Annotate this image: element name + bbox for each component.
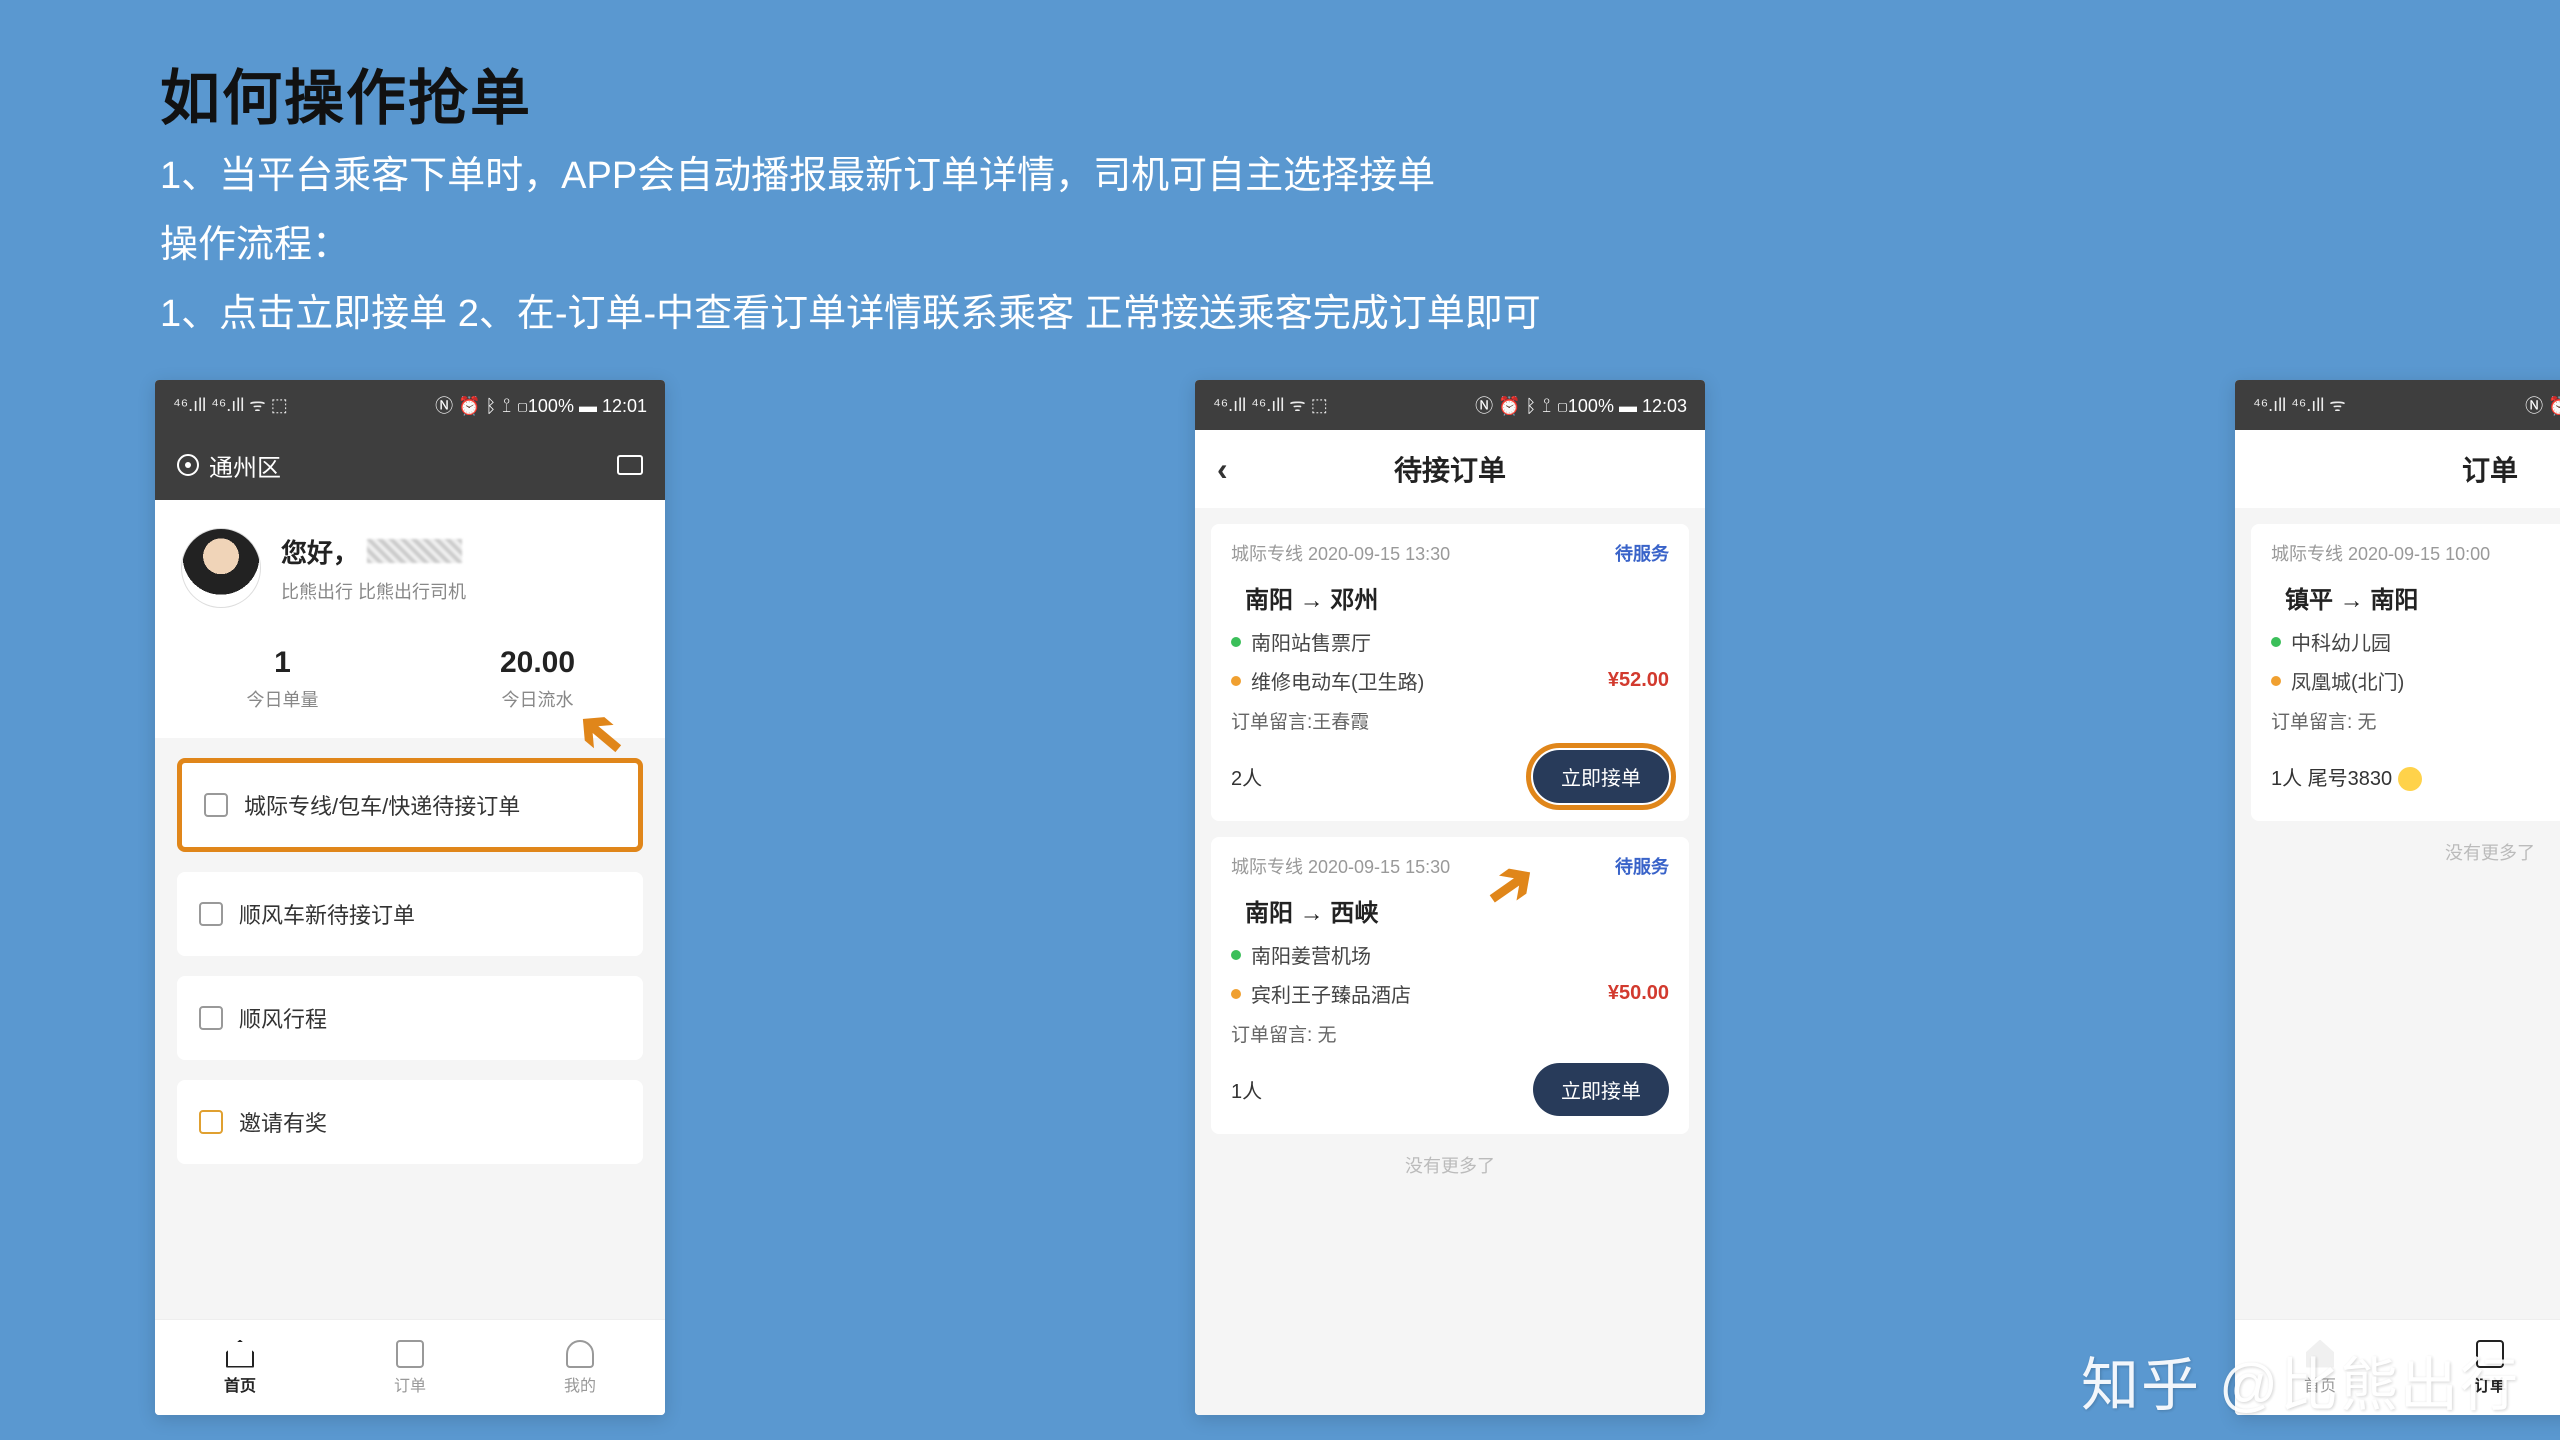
- page-title: 如何操作抢单: [160, 50, 1541, 137]
- order-from: 南阳姜营机场: [1251, 940, 1371, 969]
- greeting-name-blurred: [367, 539, 462, 563]
- route-icon: [199, 1006, 223, 1030]
- home-icon: [226, 1340, 254, 1368]
- tab-profile[interactable]: 我的: [495, 1320, 665, 1415]
- stat-value: 20.00: [410, 646, 665, 680]
- no-more-text: 没有更多了: [1195, 1134, 1705, 1196]
- order-price: ¥52.00: [1608, 669, 1669, 692]
- intro-line-2: 操作流程：: [160, 216, 1541, 275]
- order-meta: 城际专线 2020-09-15 13:30: [1231, 540, 1450, 566]
- order-route: 南阳 → 邓州: [1231, 576, 1669, 617]
- dest-dot-icon: [1231, 989, 1241, 999]
- page-header: ‹ 待接订单: [1195, 430, 1705, 508]
- no-more-text: 没有更多了: [2235, 821, 2560, 883]
- location-text[interactable]: 通州区: [209, 448, 281, 483]
- menu-rideshare-trips[interactable]: 顺风行程: [177, 976, 643, 1060]
- avatar[interactable]: [181, 528, 261, 608]
- phone-screenshot-3: ⁴⁶.ıll ⁴⁶.ıll ᯤ Ⓝ ⏰ ᛒ ⟟ ▢63% ▬ 10:23 订单 …: [2235, 380, 2560, 1415]
- page-header: 订单: [2235, 430, 2560, 508]
- status-bar: ⁴⁶.ıll ⁴⁶.ıll ᯤ ⬚ Ⓝ ⏰ ᛒ ⟟ ▢100% ▬ 12:01: [155, 380, 665, 430]
- stat-value: 1: [155, 646, 410, 680]
- greeting-card: 您好， 比熊出行 比熊出行司机: [155, 500, 665, 634]
- status-left: ⁴⁶.ıll ⁴⁶.ıll ᯤ ⬚: [1213, 393, 1328, 417]
- origin-dot-icon: [2271, 637, 2281, 647]
- menu-invite[interactable]: 邀请有奖: [177, 1080, 643, 1164]
- intro-line-1: 1、当平台乘客下单时，APP会自动播报最新订单详情，司机可自主选择接单: [160, 147, 1541, 206]
- order-card[interactable]: 城际专线 2020-09-15 10:00待服务 镇平 → 南阳 中科幼儿园 凤…: [2251, 524, 2560, 821]
- mail-icon[interactable]: [617, 455, 643, 475]
- accept-order-button[interactable]: 立即接单: [1533, 1063, 1669, 1116]
- order-price: ¥50.00: [1608, 982, 1669, 1005]
- phone-screenshot-1: ⁴⁶.ıll ⁴⁶.ıll ᯤ ⬚ Ⓝ ⏰ ᛒ ⟟ ▢100% ▬ 12:01 …: [155, 380, 665, 1415]
- user-icon: [566, 1340, 594, 1368]
- order-meta: 城际专线 2020-09-15 10:00: [2271, 540, 2490, 566]
- location-bar: 通州区: [155, 430, 665, 500]
- order-to: 凤凰城(北门): [2291, 666, 2404, 695]
- stat-revenue[interactable]: 20.00 今日流水: [410, 646, 665, 712]
- menu-rideshare-new[interactable]: 顺风车新待接订单: [177, 872, 643, 956]
- order-message: 订单留言:王春霞: [1231, 705, 1669, 734]
- intro-line-3: 1、点击立即接单 2、在-订单-中查看订单详情联系乘客 正常接送乘客完成订单即可: [160, 285, 1541, 344]
- menu-intercity-orders[interactable]: 城际专线/包车/快递待接订单: [177, 758, 643, 852]
- tab-home[interactable]: 首页: [155, 1320, 325, 1415]
- header-title: 订单: [2462, 449, 2518, 489]
- order-status: 待服务: [1615, 540, 1669, 566]
- menu-label: 顺风车新待接订单: [239, 898, 415, 930]
- phone-icon[interactable]: [2398, 767, 2422, 791]
- location-pin-icon: [177, 454, 199, 476]
- menu-label: 城际专线/包车/快递待接订单: [244, 789, 520, 821]
- bookmark-icon: [199, 902, 223, 926]
- tab-orders[interactable]: 订单: [325, 1320, 495, 1415]
- origin-dot-icon: [1231, 950, 1241, 960]
- tab-bar: 首页 订单 我的: [155, 1319, 665, 1415]
- greeting-sub: 比熊出行 比熊出行司机: [281, 578, 466, 604]
- header-title: 待接订单: [1394, 449, 1506, 489]
- order-route: 镇平 → 南阳: [2271, 576, 2560, 617]
- order-from: 南阳站售票厅: [1251, 627, 1371, 656]
- status-bar: ⁴⁶.ıll ⁴⁶.ıll ᯤ Ⓝ ⏰ ᛒ ⟟ ▢63% ▬ 10:23: [2235, 380, 2560, 430]
- status-right: Ⓝ ⏰ ᛒ ⟟ ▢100% ▬ 12:01: [435, 392, 647, 418]
- status-left: ⁴⁶.ıll ⁴⁶.ıll ᯤ ⬚: [173, 393, 288, 417]
- gift-icon: [199, 1110, 223, 1134]
- back-icon[interactable]: ‹: [1217, 451, 1228, 488]
- dest-dot-icon: [2271, 676, 2281, 686]
- phone-screenshot-2: ⁴⁶.ıll ⁴⁶.ıll ᯤ ⬚ Ⓝ ⏰ ᛒ ⟟ ▢100% ▬ 12:03 …: [1195, 380, 1705, 1415]
- menu-label: 顺风行程: [239, 1002, 327, 1034]
- order-message: 订单留言: 无: [2271, 705, 2560, 734]
- menu-label: 邀请有奖: [239, 1106, 327, 1138]
- accept-order-button[interactable]: 立即接单: [1533, 750, 1669, 803]
- dest-dot-icon: [1231, 676, 1241, 686]
- order-route: 南阳 → 西峡: [1231, 889, 1669, 930]
- order-to: 维修电动车(卫生路): [1251, 666, 1424, 695]
- order-people: 2人: [1231, 762, 1262, 791]
- stat-label: 今日流水: [410, 686, 665, 712]
- stat-orders[interactable]: 1 今日单量: [155, 646, 410, 712]
- tab-label: 我的: [564, 1372, 596, 1396]
- tab-label: 订单: [394, 1372, 426, 1396]
- order-icon: [396, 1340, 424, 1368]
- order-message: 订单留言: 无: [1231, 1018, 1669, 1047]
- order-to: 宾利王子臻品酒店: [1251, 979, 1411, 1008]
- tab-label: 首页: [224, 1372, 256, 1396]
- status-left: ⁴⁶.ıll ⁴⁶.ıll ᯤ: [2253, 393, 2346, 417]
- stat-label: 今日单量: [155, 686, 410, 712]
- order-from: 中科幼儿园: [2291, 627, 2391, 656]
- list-icon: [204, 793, 228, 817]
- order-card[interactable]: 城际专线 2020-09-15 15:30待服务 南阳 → 西峡 南阳姜营机场 …: [1211, 837, 1689, 1134]
- order-meta: 城际专线 2020-09-15 15:30: [1231, 853, 1450, 879]
- order-status: 待服务: [1615, 853, 1669, 879]
- order-people: 1人: [1231, 1075, 1262, 1104]
- watermark: 知乎 @比熊出行: [2081, 1338, 2520, 1422]
- origin-dot-icon: [1231, 637, 1241, 647]
- status-right: Ⓝ ⏰ ᛒ ⟟ ▢63% ▬ 10:23: [2525, 392, 2560, 418]
- status-right: Ⓝ ⏰ ᛒ ⟟ ▢100% ▬ 12:03: [1475, 392, 1687, 418]
- greeting-prefix: 您好，: [281, 533, 359, 570]
- order-people: 1人 尾号3830: [2271, 762, 2422, 792]
- order-card[interactable]: 城际专线 2020-09-15 13:30待服务 南阳 → 邓州 南阳站售票厅 …: [1211, 524, 1689, 821]
- status-bar: ⁴⁶.ıll ⁴⁶.ıll ᯤ ⬚ Ⓝ ⏰ ᛒ ⟟ ▢100% ▬ 12:03: [1195, 380, 1705, 430]
